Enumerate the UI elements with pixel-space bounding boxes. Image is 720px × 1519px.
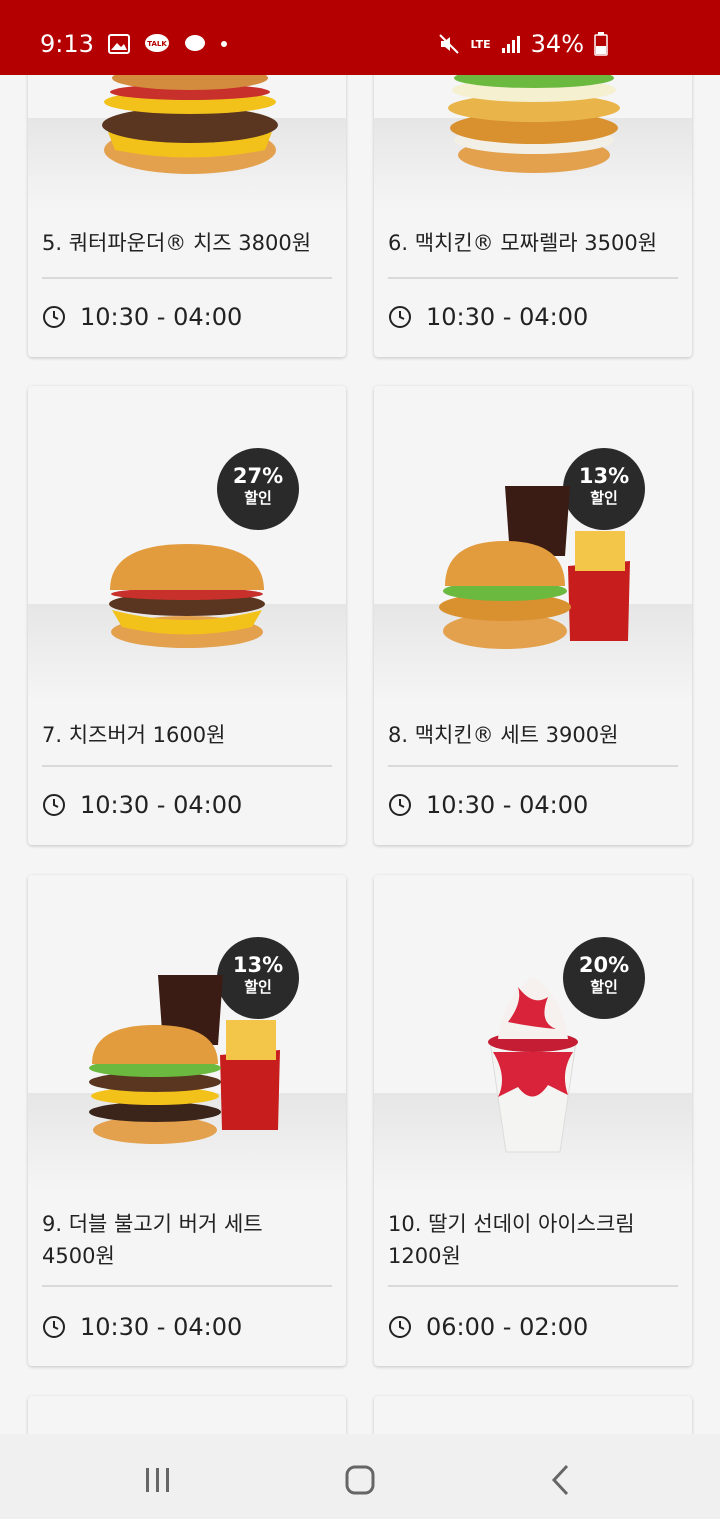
home-button[interactable]	[340, 1460, 380, 1500]
divider	[42, 765, 332, 767]
clock-icon	[389, 794, 411, 816]
navigation-bar	[0, 1434, 720, 1519]
divider	[388, 765, 678, 767]
battery-icon	[594, 32, 608, 56]
mcchicken-set-image	[439, 486, 630, 649]
recent-apps-icon	[146, 1468, 169, 1492]
kakaotalk-icon: TALK	[144, 34, 169, 52]
signal-icon	[501, 36, 520, 53]
discount-percent: 27%	[232, 464, 284, 488]
hours-text: 10:30 - 04:00	[426, 791, 589, 819]
divider	[388, 1285, 678, 1287]
hours-text: 06:00 - 02:00	[426, 1313, 589, 1341]
chat-bubble-icon	[184, 35, 205, 51]
divider	[42, 277, 332, 279]
menu-title-line: 10. 딸기 선데이 아이스크림	[388, 1212, 635, 1236]
home-icon	[345, 1465, 375, 1495]
back-button[interactable]	[542, 1460, 582, 1500]
more-notifications-icon	[220, 41, 227, 47]
menu-title: 7. 치즈버거 1600원	[42, 723, 226, 747]
discount-badge: 27% 할인	[217, 448, 299, 530]
status-left: 9:13 TALK	[40, 30, 228, 58]
gallery-icon	[107, 34, 130, 54]
menu-title: 10. 딸기 선데이 아이스크림 1200원	[388, 1208, 678, 1272]
svg-text:TALK: TALK	[147, 40, 167, 48]
double-bulgogi-set-image	[89, 975, 280, 1144]
clock-icon	[43, 794, 65, 816]
menu-price: 4500원	[42, 1244, 115, 1268]
divider	[388, 277, 678, 279]
menu-title: 6. 맥치킨® 모짜렐라 3500원	[388, 231, 658, 255]
menu-price: 1200원	[388, 1244, 461, 1268]
recent-apps-button[interactable]	[138, 1460, 178, 1500]
clock-icon	[389, 1316, 411, 1338]
menu-title: 8. 맥치킨® 세트 3900원	[388, 723, 619, 747]
status-right: LTE 34%	[438, 30, 608, 58]
quarter-pounder-image	[102, 70, 278, 174]
hours: 06:00 - 02:00	[388, 1313, 588, 1341]
menu-card[interactable]: 27% 할인 7. 치즈버거 1600원 10:30 - 04:00	[28, 386, 346, 845]
hours-text: 10:30 - 04:00	[80, 791, 243, 819]
mcchicken-mozzarella-image	[448, 70, 620, 173]
clock-icon	[389, 306, 411, 328]
clock-icon	[43, 306, 65, 328]
back-icon	[551, 1464, 569, 1496]
battery-percent: 34%	[530, 30, 584, 58]
menu-title: 9. 더블 불고기 버거 세트 4500원	[42, 1208, 332, 1272]
clock-icon	[43, 1316, 65, 1338]
hours: 10:30 - 04:00	[388, 791, 588, 819]
menu-card[interactable]: 13% 할인 8. 맥치킨® 세트 3900원 10:30 - 04:00	[374, 386, 692, 845]
mute-icon	[439, 34, 460, 54]
menu-title-line: 9. 더블 불고기 버거 세트	[42, 1212, 263, 1236]
discount-label: 할인	[244, 489, 272, 507]
hours: 10:30 - 04:00	[388, 303, 588, 331]
network-type: LTE	[470, 37, 491, 51]
menu-grid: 5. 쿼터파운더® 치즈 3800원 10:30 - 04:00 6. 맥치킨®…	[0, 0, 720, 1519]
menu-card[interactable]: 20% 할인 10. 딸기 선데이 아이스크림 1200원 06:00 - 02…	[374, 875, 692, 1366]
hours-text: 10:30 - 04:00	[80, 1313, 243, 1341]
status-bar: 9:13 TALK LTE 34%	[0, 0, 720, 75]
hours: 10:30 - 04:00	[42, 1313, 242, 1341]
divider	[42, 1285, 332, 1287]
menu-title: 5. 쿼터파운더® 치즈 3800원	[42, 231, 312, 255]
menu-card[interactable]: 13% 할인 9. 더블 불고기 버거 세트 4500원 10:30 - 04:	[28, 875, 346, 1366]
hours: 10:30 - 04:00	[42, 791, 242, 819]
hours-text: 10:30 - 04:00	[426, 303, 589, 331]
strawberry-sundae-image	[488, 977, 578, 1153]
hours-text: 10:30 - 04:00	[80, 303, 243, 331]
status-time: 9:13	[40, 30, 94, 58]
hours: 10:30 - 04:00	[42, 303, 242, 331]
cheeseburger-image	[109, 544, 265, 648]
